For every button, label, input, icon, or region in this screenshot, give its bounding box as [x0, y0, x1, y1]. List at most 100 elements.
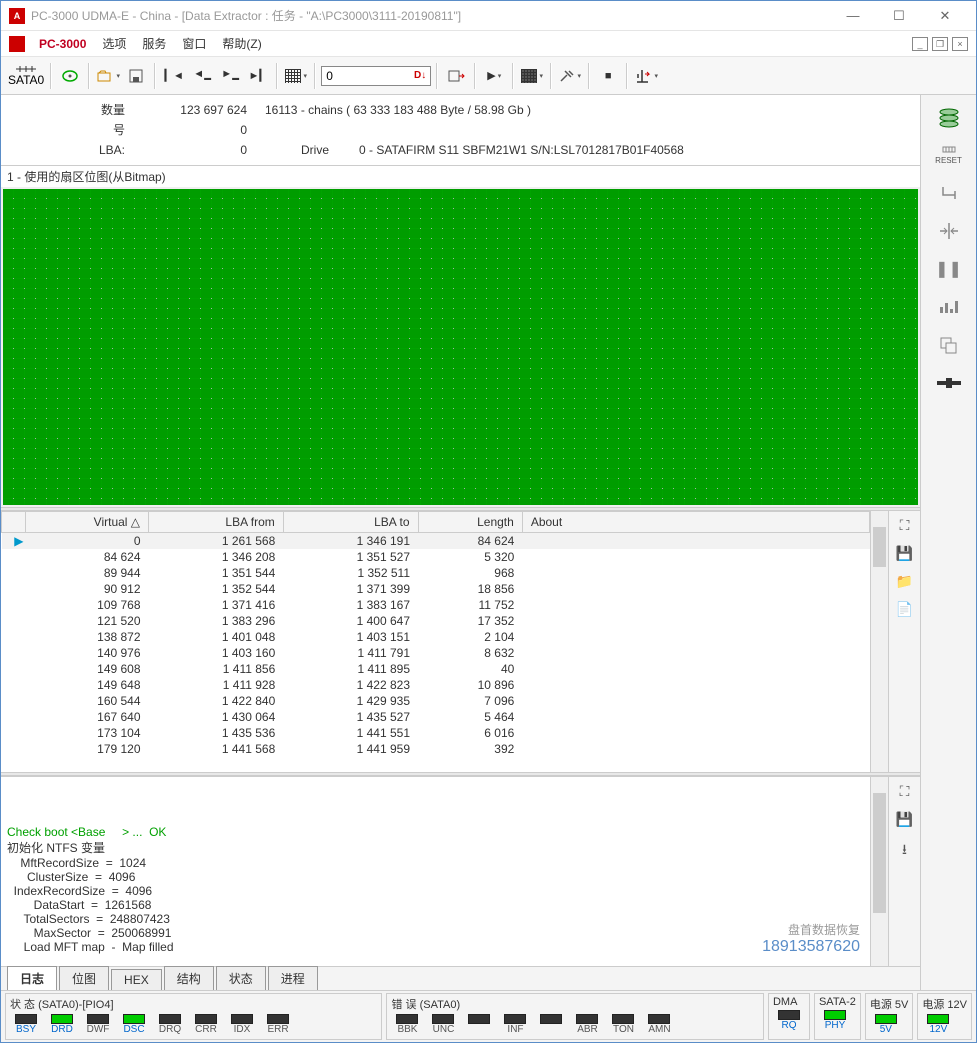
- copy-icon[interactable]: [937, 333, 961, 357]
- drive-icon-button[interactable]: [57, 62, 83, 90]
- table-row[interactable]: 173 1041 435 5361 441 5516 016: [2, 725, 870, 741]
- table-row[interactable]: 149 6081 411 8561 411 89540: [2, 661, 870, 677]
- log-panel[interactable]: Check boot <Base > ... OK初始化 NTFS 变量 Mft…: [1, 777, 870, 966]
- table-row[interactable]: ▶01 261 5681 346 19184 624: [2, 533, 870, 550]
- status-group-state: 状 态 (SATA0)-[PIO4] BSYDRDDWFDSCDRQCRRIDX…: [5, 993, 382, 1040]
- status-group-12v: 电源 12V 12V: [917, 993, 972, 1040]
- stop-button[interactable]: ■: [595, 62, 621, 90]
- table-row[interactable]: 140 9761 403 1601 411 7918 632: [2, 645, 870, 661]
- page-icon[interactable]: 📄: [896, 601, 914, 619]
- nav-next-button[interactable]: ►▬: [217, 62, 243, 90]
- bar-chart-icon[interactable]: [937, 295, 961, 319]
- tab-HEX[interactable]: HEX: [111, 969, 162, 990]
- alignment-icon[interactable]: [937, 219, 961, 243]
- log-line: IndexRecordSize = 4096: [7, 884, 864, 898]
- led-5V: 5V: [870, 1014, 902, 1035]
- col-header[interactable]: About: [522, 512, 869, 533]
- col-header[interactable]: LBA from: [149, 512, 284, 533]
- table-row[interactable]: 138 8721 401 0481 403 1512 104: [2, 629, 870, 645]
- nav-first-button[interactable]: ▎◄: [161, 62, 187, 90]
- mdi-restore-button[interactable]: ❐: [932, 37, 948, 51]
- menu-window[interactable]: 窗口: [174, 31, 214, 56]
- led-CRR: CRR: [190, 1014, 222, 1035]
- brand-label: PC-3000: [31, 33, 94, 55]
- table-row[interactable]: 121 5201 383 2961 400 64717 352: [2, 613, 870, 629]
- table-scrollbar[interactable]: [870, 511, 888, 772]
- value-drive: 0 - SATAFIRM S11 SBFM21W1 S/N:LSL7012817…: [339, 141, 692, 159]
- log-scrollbar[interactable]: [870, 777, 888, 966]
- tab-日志[interactable]: 日志: [7, 966, 57, 990]
- col-header[interactable]: LBA to: [283, 512, 418, 533]
- save-list-icon[interactable]: 💾: [896, 545, 914, 563]
- log-side-toolbar: ⛶ 💾 ⭳: [888, 777, 920, 966]
- mdi-minimize-button[interactable]: _: [912, 37, 928, 51]
- tools-button[interactable]: ▾: [557, 62, 583, 90]
- mdi-close-button[interactable]: ×: [952, 37, 968, 51]
- drive-info-panel: 数量123 697 62416113 - chains ( 63 333 183…: [1, 95, 920, 165]
- led-INF: INF: [499, 1014, 531, 1035]
- fill-grid-button[interactable]: ▾: [519, 62, 545, 90]
- sector-bitmap[interactable]: [1, 187, 920, 507]
- right-sidebar: RESET ❚❚: [920, 95, 976, 990]
- status-group-sata2: SATA-2 PHY: [814, 993, 861, 1040]
- led-DRQ: DRQ: [154, 1014, 186, 1035]
- menu-options[interactable]: 选项: [94, 31, 134, 56]
- grid-toggle-button[interactable]: ▾: [283, 62, 309, 90]
- minimize-button[interactable]: —: [830, 2, 876, 30]
- chain-table[interactable]: Virtual △LBA fromLBA toLengthAbout ▶01 2…: [1, 511, 870, 772]
- led-TON: TON: [607, 1014, 639, 1035]
- value-number: 0: [135, 121, 255, 139]
- drive-stack-icon[interactable]: [937, 105, 961, 129]
- tab-位图[interactable]: 位图: [59, 966, 109, 990]
- export-button[interactable]: [443, 62, 469, 90]
- folder-icon[interactable]: 📁: [896, 573, 914, 591]
- toolbar: SATA0 ▾ ▎◄ ◄▬ ►▬ ►▎ ▾ 0D↓ ▶▾ ▾ ▾ ■ ▾: [1, 57, 976, 95]
- status-group-dma: DMA RQ: [768, 993, 810, 1040]
- window-title: PC-3000 UDMA-E - China - [Data Extractor…: [31, 7, 830, 24]
- nav-prev-button[interactable]: ◄▬: [189, 62, 215, 90]
- table-row[interactable]: 160 5441 422 8401 429 9357 096: [2, 693, 870, 709]
- reset-icon[interactable]: RESET: [937, 143, 961, 167]
- app-icon: A: [9, 8, 25, 24]
- table-row[interactable]: 149 6481 411 9281 422 82310 896: [2, 677, 870, 693]
- play-button[interactable]: ▶▾: [481, 62, 507, 90]
- led-DWF: DWF: [82, 1014, 114, 1035]
- sector-input[interactable]: 0D↓: [321, 66, 431, 86]
- table-row[interactable]: 109 7681 371 4161 383 16711 752: [2, 597, 870, 613]
- scroll-end-icon[interactable]: ⭳: [896, 839, 914, 857]
- table-row[interactable]: 167 6401 430 0641 435 5275 464: [2, 709, 870, 725]
- led-ERR: ERR: [262, 1014, 294, 1035]
- led-BSY: BSY: [10, 1014, 42, 1035]
- zoom-fit-icon-2[interactable]: ⛶: [896, 783, 914, 801]
- menu-help[interactable]: 帮助(Z): [214, 31, 269, 56]
- led-UNC: UNC: [427, 1014, 459, 1035]
- connector-icon-1[interactable]: [937, 181, 961, 205]
- table-row[interactable]: 89 9441 351 5441 352 511968: [2, 565, 870, 581]
- maximize-button[interactable]: ☐: [876, 2, 922, 30]
- open-button[interactable]: ▾: [95, 62, 121, 90]
- status-group-5v: 电源 5V 5V: [865, 993, 914, 1040]
- zoom-fit-icon[interactable]: ⛶: [896, 517, 914, 535]
- status-sata2-label: SATA-2: [819, 996, 856, 1008]
- menu-services[interactable]: 服务: [134, 31, 174, 56]
- exit-button[interactable]: ▾: [633, 62, 659, 90]
- sata-port-button[interactable]: SATA0: [7, 62, 45, 90]
- table-row[interactable]: 84 6241 346 2081 351 5275 320: [2, 549, 870, 565]
- col-header[interactable]: Length: [418, 512, 522, 533]
- pause-icon[interactable]: ❚❚: [937, 257, 961, 281]
- sector-value: 0: [326, 67, 414, 85]
- save-log-icon[interactable]: 💾: [896, 811, 914, 829]
- close-button[interactable]: ✕: [922, 2, 968, 30]
- grid-icon: [285, 69, 301, 83]
- tab-状态[interactable]: 状态: [216, 966, 266, 990]
- tab-结构[interactable]: 结构: [164, 966, 214, 990]
- table-row[interactable]: 179 1201 441 5681 441 959392: [2, 741, 870, 757]
- led-RQ: RQ: [773, 1010, 805, 1031]
- col-header[interactable]: Virtual △: [26, 512, 149, 533]
- tab-进程[interactable]: 进程: [268, 966, 318, 990]
- log-line: Check boot <Base > ... OK: [7, 825, 864, 839]
- table-row[interactable]: 90 9121 352 5441 371 39918 856: [2, 581, 870, 597]
- nav-last-button[interactable]: ►▎: [245, 62, 271, 90]
- save-button[interactable]: [123, 62, 149, 90]
- belt-icon[interactable]: [937, 371, 961, 395]
